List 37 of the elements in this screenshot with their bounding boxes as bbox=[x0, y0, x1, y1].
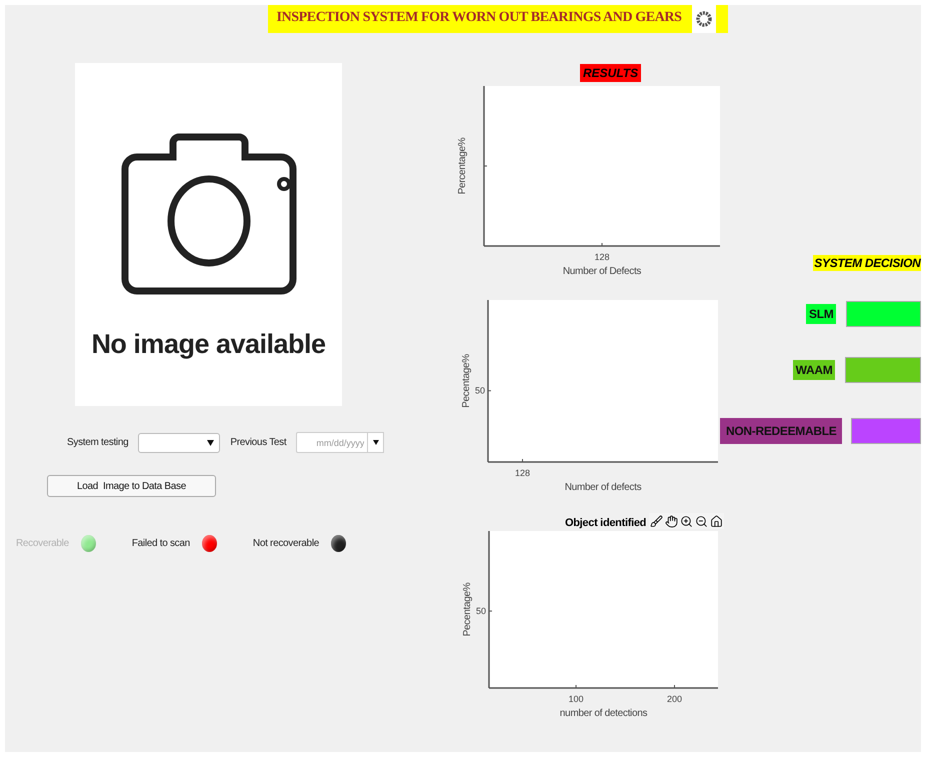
axis-label: Percentage% bbox=[457, 138, 468, 194]
lamp-label: Failed to scan bbox=[132, 538, 190, 549]
date-field[interactable]: mm/dd/yyyy bbox=[296, 432, 368, 453]
field-label: System testing bbox=[67, 437, 128, 448]
gear-icon bbox=[696, 11, 712, 27]
chart-title: Object identified bbox=[565, 517, 646, 529]
axis-label: Pecentage% bbox=[461, 354, 472, 408]
axis-label: Pecentage% bbox=[462, 582, 473, 636]
placeholder-text: No image available bbox=[91, 329, 326, 360]
lamp-label: Recoverable bbox=[16, 538, 69, 549]
decision-label: SLM bbox=[806, 304, 836, 324]
tick-label: 100 bbox=[568, 694, 584, 704]
caret-icon bbox=[372, 440, 379, 445]
zoom-out-icon[interactable] bbox=[694, 513, 710, 529]
load-image-button[interactable]: Load Image to Data Base bbox=[47, 475, 216, 497]
home-icon[interactable] bbox=[709, 513, 724, 529]
field-label: Previous Test bbox=[230, 437, 286, 448]
zoom-in-icon[interactable] bbox=[679, 513, 694, 529]
decision-heading: SYSTEM DECISION bbox=[813, 255, 921, 271]
title-bar-end bbox=[716, 5, 728, 33]
tick-label: 128 bbox=[514, 468, 530, 478]
lamp-label: Not recoverable bbox=[252, 538, 319, 549]
brush-icon[interactable] bbox=[649, 513, 664, 529]
tick-label: 128 bbox=[594, 252, 610, 262]
tick-label: 50 bbox=[476, 606, 486, 616]
caret-icon bbox=[207, 440, 214, 446]
decision-label: WAAM bbox=[792, 360, 836, 380]
app-title: INSPECTION SYSTEM FOR WORN OUT BEARINGS AND GEARS bbox=[268, 5, 692, 33]
axis-label: Number of Defects bbox=[562, 266, 642, 277]
results-heading: RESULTS bbox=[580, 64, 642, 82]
date-picker-button[interactable] bbox=[368, 432, 384, 453]
decision-label: NON-REDEEMABLE bbox=[720, 418, 842, 444]
axis-label: Number of defects bbox=[564, 482, 642, 493]
hand-icon[interactable] bbox=[664, 513, 680, 529]
axis-label: number of detections bbox=[560, 708, 648, 719]
tick-label: 50 bbox=[474, 386, 485, 396]
tick-label: 200 bbox=[666, 694, 682, 704]
